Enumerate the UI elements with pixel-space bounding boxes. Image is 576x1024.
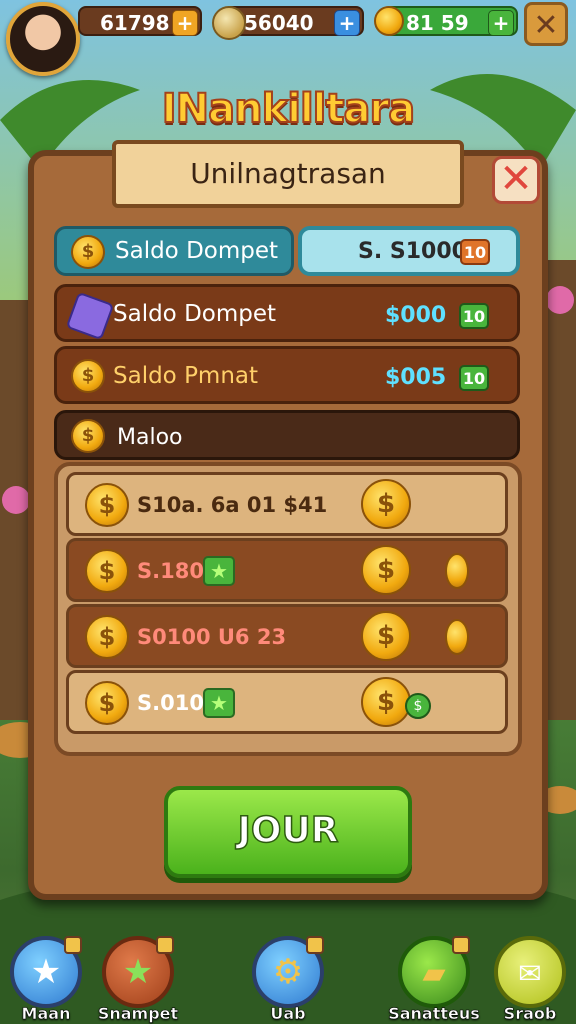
list-item[interactable]: $ S.180 ★ $: [66, 538, 508, 602]
list-item-text: S10a. 6a 01 $41: [137, 493, 328, 517]
wallet-balance-label-box: $ Saldo Dompet: [54, 226, 294, 276]
player-avatar[interactable]: [6, 2, 80, 76]
list-item-text: S.010: [137, 691, 204, 715]
star-icon: ★: [203, 556, 235, 586]
list-item[interactable]: $ S.010 ★ $ $: [66, 670, 508, 734]
resource-3-counter: 81 59 +: [374, 6, 518, 36]
list-item-text: S0100 U6 23: [137, 625, 287, 649]
wallet-balance-label: Saldo Dompet: [115, 238, 279, 264]
money-bag-icon: $: [71, 419, 105, 453]
list-item[interactable]: $ S10a. 6a 01 $41 $: [66, 472, 508, 536]
top-resource-bar: 61798 + 56040 + 81 59 + ✕: [0, 0, 576, 80]
nav-badge: [64, 936, 82, 954]
chat-icon: ✉: [518, 957, 542, 990]
resource-3-add-button[interactable]: +: [488, 10, 514, 36]
resource-1-counter: 61798 +: [78, 6, 202, 36]
coin-edge-icon: [445, 619, 469, 655]
nav-label-sanatteus: Sanatteus: [388, 1004, 480, 1024]
nav-badge: [452, 936, 470, 954]
coin-icon: $: [85, 483, 129, 527]
wallet-row-2: $ Saldo Pmnat $005 10: [54, 346, 520, 404]
star-icon: ★: [122, 952, 154, 992]
section-header: $ Maloo: [54, 410, 520, 460]
nav-badge: [306, 936, 324, 954]
nav-label-sraob: Sraob: [503, 1004, 557, 1024]
resource-2-add-button[interactable]: +: [334, 10, 360, 36]
coin-icon: $: [85, 615, 129, 659]
star-icon: ★: [203, 688, 235, 718]
coin-icon: $: [361, 677, 411, 727]
nav-label-home: Maan: [21, 1004, 71, 1024]
wallet-row-1-badge[interactable]: 10: [459, 303, 489, 329]
wallet-balance-value-box: S. S1000 10: [298, 226, 520, 276]
gem-icon: [65, 291, 115, 341]
section-label: Maloo: [117, 425, 183, 450]
resource-2-counter: 56040 +: [212, 6, 364, 40]
resource-1-value: 61798: [100, 11, 170, 35]
gold-coin-icon: [374, 6, 404, 36]
panel-close-button[interactable]: ✕: [492, 156, 540, 204]
resource-3-value: 81 59: [406, 11, 469, 35]
nav-sraob-button[interactable]: ✉: [494, 936, 566, 1008]
star-icon: ★: [30, 952, 62, 992]
nav-badge: [156, 936, 174, 954]
resource-1-add-button[interactable]: +: [172, 10, 198, 36]
game-title: INankilltara: [161, 85, 416, 133]
join-button[interactable]: JOUR: [164, 786, 412, 878]
wallet-row-1-label: Saldo Dompet: [113, 301, 277, 327]
coin-icon: $: [361, 611, 411, 661]
coin-icon: $: [361, 545, 411, 595]
coin-icon: $: [71, 235, 105, 269]
panel-title-ribbon: Unilnagtrasan: [112, 140, 464, 208]
top-close-button[interactable]: ✕: [524, 2, 568, 46]
wallet-row-1: Saldo Dompet $000 10: [54, 284, 520, 342]
ticket-icon: ▰: [422, 956, 446, 991]
wallet-row-2-value: $005: [385, 365, 447, 390]
list-item-text: S.180: [137, 559, 204, 583]
gear-icon: ⚙: [272, 952, 304, 992]
wallet-balance-value: S. S1000: [358, 239, 467, 264]
coin-icon: $: [71, 359, 105, 393]
wallet-row-1-value: $000: [385, 303, 447, 328]
nav-label-snampet: Snampet: [97, 1004, 179, 1024]
coin-icon: $: [85, 681, 129, 725]
coin-edge-icon: [445, 553, 469, 589]
wheel-coin-icon: [212, 6, 246, 40]
nav-label-uab: Uab: [270, 1004, 306, 1024]
list-item[interactable]: $ S0100 U6 23 $: [66, 604, 508, 668]
coin-icon: $: [85, 549, 129, 593]
wallet-row-2-label: Saldo Pmnat: [113, 363, 259, 389]
green-coin-icon: $: [405, 693, 431, 719]
resource-2-value: 56040: [244, 11, 314, 35]
wallet-balance-badge[interactable]: 10: [460, 239, 490, 265]
coin-icon: $: [361, 479, 411, 529]
wallet-row-2-badge[interactable]: 10: [459, 365, 489, 391]
